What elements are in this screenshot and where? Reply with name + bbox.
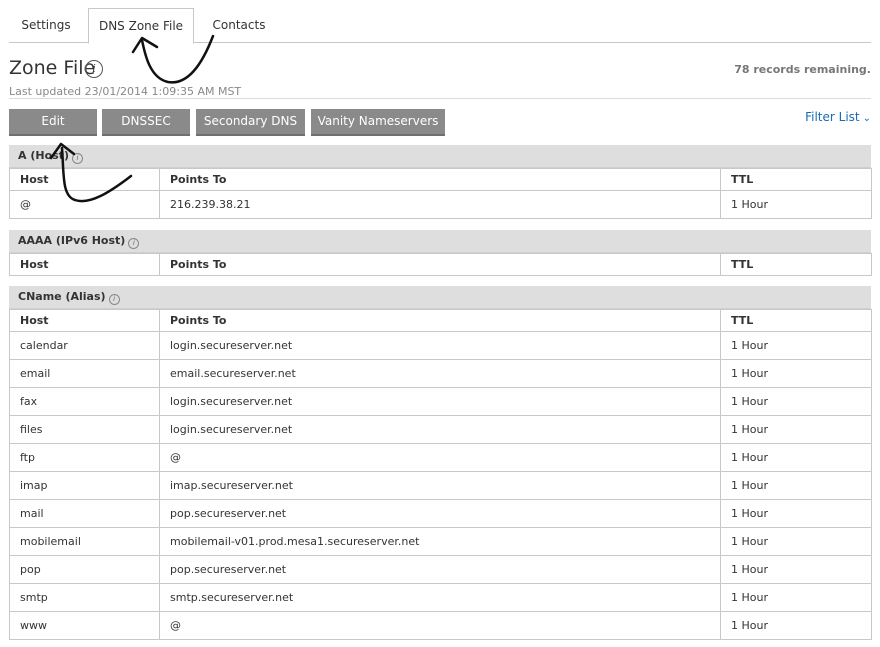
cell-ttl: 1 Hour [720,499,872,528]
cell-ttl: 1 Hour [720,190,872,219]
records-remaining-text: 78 records remaining. [734,63,871,76]
cell-points-to: login.secureserver.net [159,331,721,360]
table-header-row: Host Points To TTL [9,253,872,276]
column-header-points-to: Points To [159,168,721,191]
info-icon[interactable]: i [71,153,83,164]
cell-points-to: @ [159,443,721,472]
tab-settings[interactable]: Settings [9,8,83,42]
cell-ttl: 1 Hour [720,471,872,500]
table-row[interactable]: email email.secureserver.net 1 Hour [9,359,872,388]
table-row[interactable]: imap imap.secureserver.net 1 Hour [9,471,872,500]
cell-ttl: 1 Hour [720,387,872,416]
cell-host: mail [9,499,160,528]
table-row[interactable]: ftp @1 Hour [9,443,872,472]
cell-host: www [9,611,160,640]
tab-dns-zone-file[interactable]: DNS Zone File [88,8,194,44]
section-title: A (Host) [18,149,69,162]
filter-list-link[interactable]: Filter List ⌄ [805,110,871,124]
info-icon[interactable]: i [128,238,140,249]
section-header: A (Host) i [9,145,871,168]
table-row[interactable]: www @1 Hour [9,611,872,640]
section-title: CName (Alias) [18,290,106,303]
section-aaaa-host: AAAA (IPv6 Host) i Host Points To TTL [9,230,872,276]
cell-ttl: 1 Hour [720,555,872,584]
page-title: Zone File [9,57,96,79]
cell-host: @ [9,190,160,219]
cell-points-to: 216.239.38.21 [159,190,721,219]
vanity-nameservers-button[interactable]: Vanity Nameservers [311,109,445,136]
table-row[interactable]: fax login.secureserver.net 1 Hour [9,387,872,416]
cell-ttl: 1 Hour [720,415,872,444]
column-header-ttl: TTL [720,309,872,332]
last-updated-text: Last updated 23/01/2014 1:09:35 AM MST [9,85,242,98]
column-header-host: Host [9,168,160,191]
secondary-dns-button[interactable]: Secondary DNS [196,109,305,136]
column-header-host: Host [9,253,160,276]
records-table: Host Points To TTL calendar login.secures… [9,309,872,640]
cell-host: mobilemail [9,527,160,556]
cell-points-to: @ [159,611,721,640]
records-table: Host Points To TTL [9,253,872,276]
cell-host: ftp [9,443,160,472]
edit-button[interactable]: Edit [9,109,97,136]
cell-host: pop [9,555,160,584]
info-icon[interactable]: i [108,294,120,305]
table-row[interactable]: smtp smtp.secureserver.net 1 Hour [9,583,872,612]
table-row[interactable]: pop pop.secureserver.net 1 Hour [9,555,872,584]
divider [9,98,871,99]
table-row[interactable]: files login.secureserver.net 1 Hour [9,415,872,444]
cell-points-to: login.secureserver.net [159,415,721,444]
cell-host: files [9,415,160,444]
cell-ttl: 1 Hour [720,331,872,360]
section-a-host: A (Host) i Host Points To TTL @216.239.38… [9,145,872,219]
records-table: Host Points To TTL @216.239.38.21 1 Hour [9,168,872,219]
section-title: AAAA (IPv6 Host) [18,234,126,247]
info-icon[interactable]: i [85,60,103,78]
cell-points-to: smtp.secureserver.net [159,583,721,612]
column-header-ttl: TTL [720,253,872,276]
section-header: CName (Alias) i [9,286,871,309]
cell-points-to: imap.secureserver.net [159,471,721,500]
table-row[interactable]: @216.239.38.21 1 Hour [9,190,872,219]
cell-host: email [9,359,160,388]
table-row[interactable]: calendar login.secureserver.net 1 Hour [9,331,872,360]
cell-ttl: 1 Hour [720,583,872,612]
cell-points-to: mobilemail-v01.prod.mesa1.secureserver.n… [159,527,721,556]
table-row[interactable]: mail pop.secureserver.net 1 Hour [9,499,872,528]
filter-list-label: Filter List [805,110,860,124]
column-header-points-to: Points To [159,253,721,276]
section-header: AAAA (IPv6 Host) i [9,230,871,253]
column-header-host: Host [9,309,160,332]
chevron-down-icon: ⌄ [862,113,871,124]
table-row[interactable]: mobilemail mobilemail-v01.prod.mesa1.secu… [9,527,872,556]
cell-points-to: pop.secureserver.net [159,555,721,584]
cell-ttl: 1 Hour [720,359,872,388]
dnssec-button[interactable]: DNSSEC [102,109,190,136]
cell-points-to: pop.secureserver.net [159,499,721,528]
tab-contacts[interactable]: Contacts [202,8,276,42]
cell-points-to: email.secureserver.net [159,359,721,388]
tab-bar: Settings DNS Zone File Contacts [9,6,871,44]
cell-host: fax [9,387,160,416]
cell-host: smtp [9,583,160,612]
column-header-ttl: TTL [720,168,872,191]
cell-ttl: 1 Hour [720,611,872,640]
cell-ttl: 1 Hour [720,443,872,472]
table-header-row: Host Points To TTL [9,168,872,191]
cell-ttl: 1 Hour [720,527,872,556]
table-header-row: Host Points To TTL [9,309,872,332]
section-cname-alias: CName (Alias) i Host Points To TTL calend… [9,286,872,640]
cell-points-to: login.secureserver.net [159,387,721,416]
cell-host: calendar [9,331,160,360]
cell-host: imap [9,471,160,500]
column-header-points-to: Points To [159,309,721,332]
